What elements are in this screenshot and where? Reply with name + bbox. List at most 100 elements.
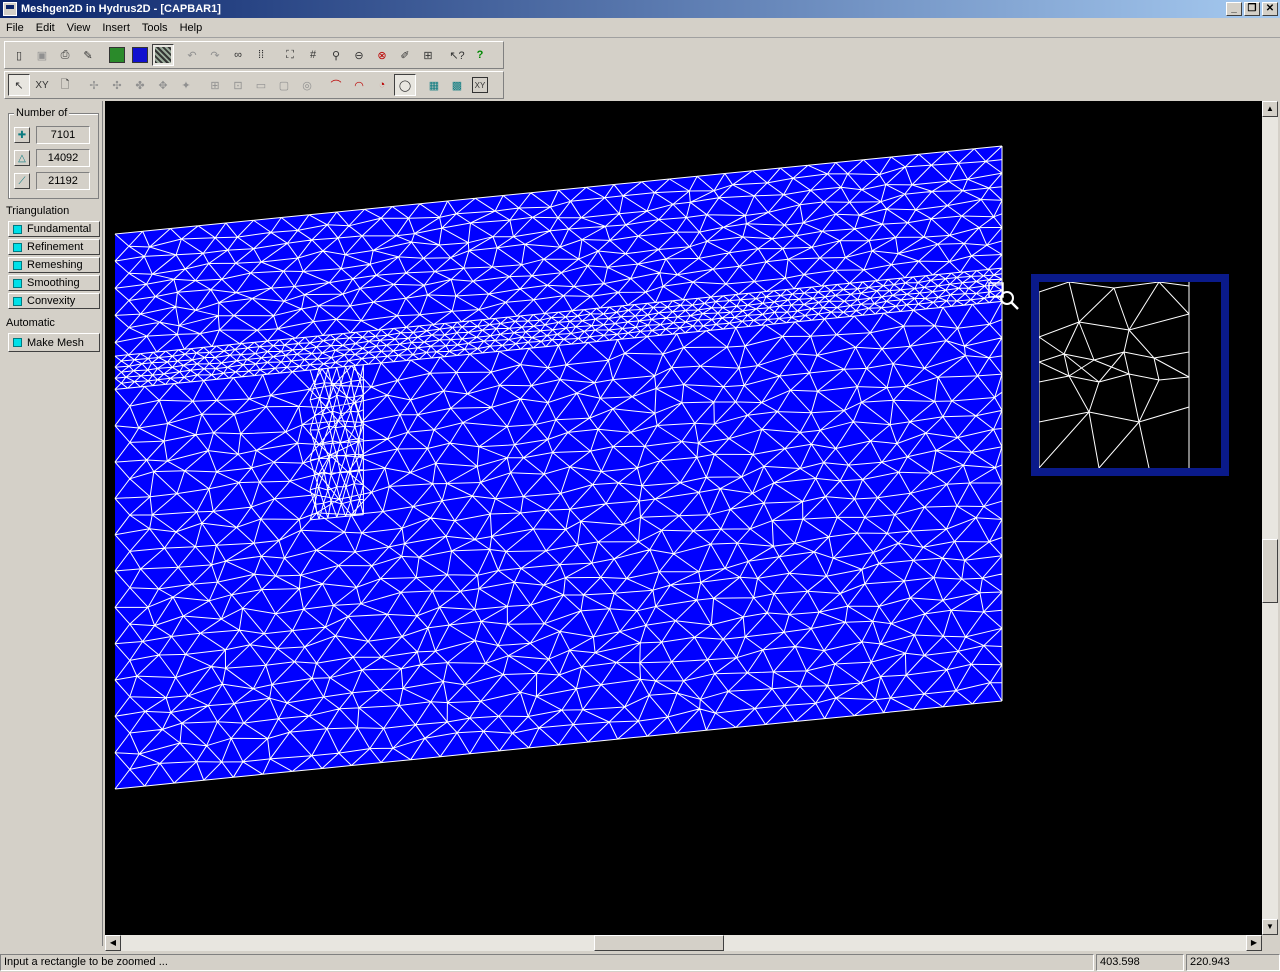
door-icon: ▯: [15, 49, 23, 62]
node-a-button[interactable]: ✢: [83, 74, 105, 96]
menu-view[interactable]: View: [61, 18, 97, 38]
mesh-pattern-button[interactable]: [152, 44, 174, 66]
remeshing-label: Remeshing: [27, 259, 83, 271]
app-icon[interactable]: [3, 2, 17, 16]
square-d-button[interactable]: ▢: [273, 74, 295, 96]
window-title: Meshgen2D in Hydrus2D - [CAPBAR1]: [21, 3, 221, 15]
restore-button[interactable]: ❐: [1244, 2, 1260, 16]
menu-edit[interactable]: Edit: [30, 18, 61, 38]
make-mesh-button[interactable]: Make Mesh: [8, 333, 100, 352]
app-window: Meshgen2D in Hydrus2D - [CAPBAR1] _ ❐ ✕ …: [0, 0, 1280, 972]
pencil-icon: ✎: [83, 49, 93, 62]
zoom-button[interactable]: ⚲: [325, 44, 347, 66]
horizontal-scroll-thumb[interactable]: [594, 935, 724, 951]
zoom-cancel-icon: ⊗: [377, 49, 387, 62]
refinement-label: Refinement: [27, 241, 84, 253]
scroll-up-arrow-icon[interactable]: ▲: [1262, 101, 1278, 117]
node-e-button[interactable]: ✦: [175, 74, 197, 96]
node-b-button[interactable]: ✣: [106, 74, 128, 96]
refinement-led-icon: [13, 242, 22, 252]
mesh-blue-button[interactable]: [129, 44, 151, 66]
menu-insert[interactable]: Insert: [96, 18, 136, 38]
edit-button[interactable]: ✎: [77, 44, 99, 66]
toolbar-1: ▯ ▣ ⎙ ✎ ↶ ↷ ∞ ⁞⁞ ⛶ # ⚲ ⊖ ⊗ ✐ ⊞ ↖? ?: [4, 41, 492, 69]
arc-b-button[interactable]: ◠: [348, 74, 370, 96]
square-c-icon: ▭: [255, 79, 267, 92]
circle-button[interactable]: ◔: [371, 74, 393, 96]
open-button[interactable]: ▯: [8, 44, 30, 66]
redo-icon: ↷: [210, 49, 220, 62]
menu-tools[interactable]: Tools: [136, 18, 174, 38]
redo-button[interactable]: ↷: [204, 44, 226, 66]
vertical-scrollbar[interactable]: ▲ ▼: [1262, 101, 1278, 935]
menu-file[interactable]: File: [0, 18, 30, 38]
scroll-right-arrow-icon[interactable]: ▶: [1246, 935, 1262, 951]
convexity-button[interactable]: Convexity: [8, 293, 100, 309]
node-b-icon: ✣: [112, 79, 122, 92]
zoom-extents-button[interactable]: ⛶: [279, 44, 301, 66]
node-c-button[interactable]: ✤: [129, 74, 151, 96]
zoom-out-button[interactable]: ⊖: [348, 44, 370, 66]
document-button[interactable]: 🗋: [54, 74, 76, 96]
fundamental-label: Fundamental: [27, 223, 92, 235]
grid-b-button[interactable]: ▩: [446, 74, 468, 96]
square-b-button[interactable]: ⊡: [227, 74, 249, 96]
triangle-icon[interactable]: △: [14, 150, 30, 166]
zoom-extents-icon: ⛶: [286, 48, 294, 61]
arc-a-button[interactable]: ⌒: [325, 74, 347, 96]
square-e-button[interactable]: ◎: [296, 74, 318, 96]
scroll-down-arrow-icon[interactable]: ▼: [1262, 919, 1278, 935]
smoothing-button[interactable]: Smoothing: [8, 275, 100, 291]
view-button[interactable]: ∞: [227, 44, 249, 66]
grid-a-button[interactable]: ▦: [423, 74, 445, 96]
xy-button[interactable]: XY: [31, 74, 53, 96]
magnifier-window: [1031, 274, 1229, 476]
fundamental-button[interactable]: Fundamental: [8, 221, 100, 237]
save-icon: ▣: [36, 49, 48, 62]
minimize-button[interactable]: _: [1226, 2, 1242, 16]
mesh-green-button[interactable]: [106, 44, 128, 66]
xy-grid-icon: XY: [472, 77, 488, 93]
print-button[interactable]: ⎙: [54, 44, 76, 66]
horizontal-scrollbar[interactable]: ◀ ▶: [105, 935, 1262, 951]
vertical-scroll-thumb[interactable]: [1262, 539, 1278, 603]
help-button[interactable]: ?: [469, 44, 491, 66]
scroll-left-arrow-icon[interactable]: ◀: [105, 935, 121, 951]
zoom-cursor-icon: [988, 282, 1019, 310]
remeshing-button[interactable]: Remeshing: [8, 257, 100, 273]
square-c-button[interactable]: ▭: [250, 74, 272, 96]
mesh-canvas[interactable]: [105, 101, 1262, 935]
arrow-icon: ↖: [14, 79, 24, 92]
pen-button[interactable]: ✐: [394, 44, 416, 66]
pan-button[interactable]: ⊞: [417, 44, 439, 66]
magnified-mesh: [1039, 282, 1190, 468]
node-d-button[interactable]: ✥: [152, 74, 174, 96]
node-c-icon: ✤: [135, 79, 145, 92]
menu-help[interactable]: Help: [174, 18, 209, 38]
select-button[interactable]: ↖: [8, 74, 30, 96]
circle-pressed-button[interactable]: ◯: [394, 74, 416, 96]
refinement-button[interactable]: Refinement: [8, 239, 100, 255]
grid-dots-button[interactable]: ⁞⁞: [250, 44, 272, 66]
edge-icon[interactable]: ⟋: [14, 173, 30, 189]
zoom-cancel-button[interactable]: ⊗: [371, 44, 393, 66]
status-x-coordinate: 403.598: [1096, 954, 1184, 971]
convexity-label: Convexity: [27, 295, 76, 307]
node-icon[interactable]: ✚: [14, 127, 30, 143]
square-a-icon: ⊞: [210, 79, 220, 92]
convexity-led-icon: [13, 296, 22, 306]
save-button[interactable]: ▣: [31, 44, 53, 66]
context-help-button[interactable]: ↖?: [446, 44, 468, 66]
magnified-edges: [1039, 282, 1190, 468]
help-icon: ?: [476, 49, 484, 61]
triangle-count-row: △ 14092: [14, 148, 90, 168]
circle-icon: ◔: [378, 79, 386, 91]
undo-icon: ↶: [187, 49, 197, 62]
node-count: 7101: [36, 126, 90, 144]
undo-button[interactable]: ↶: [181, 44, 203, 66]
square-a-button[interactable]: ⊞: [204, 74, 226, 96]
close-button[interactable]: ✕: [1262, 2, 1278, 16]
xy-icon: XY: [35, 79, 49, 91]
xy-grid-button[interactable]: XY: [469, 74, 491, 96]
grid-hash-button[interactable]: #: [302, 44, 324, 66]
